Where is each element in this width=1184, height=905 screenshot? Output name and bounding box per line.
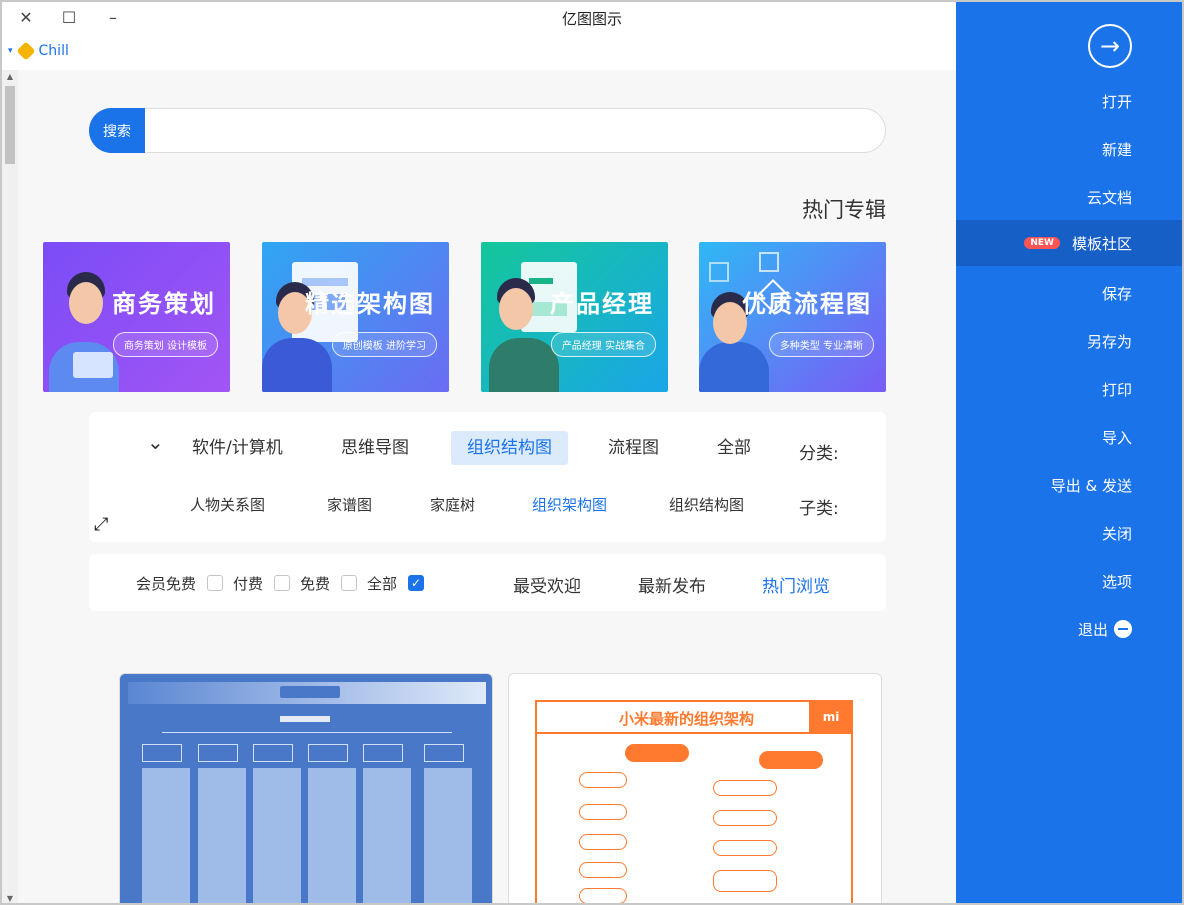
template-card[interactable]: mi 小米最新的组织架构 bbox=[508, 673, 882, 905]
menu-close[interactable]: 关闭 bbox=[956, 510, 1182, 556]
menu-options[interactable]: 选项 bbox=[956, 558, 1182, 604]
banner-product-manager[interactable]: 产品经理 产品经理 实战集合 bbox=[481, 242, 668, 392]
category-filter-panel: ⌄ 软件/计算机 思维导图 组织结构图 流程图 全部 分类: 人物关系图 家谱图… bbox=[89, 412, 886, 542]
chevron-down-icon: ▾ bbox=[8, 46, 13, 56]
menu-label: 打印 bbox=[1101, 380, 1132, 399]
vip-crown-icon bbox=[15, 41, 36, 61]
expand-icon[interactable]: ⤢ bbox=[94, 514, 108, 535]
username: Chill bbox=[38, 43, 69, 59]
menu-label: 保存 bbox=[1101, 284, 1132, 303]
menu-label: 打开 bbox=[1101, 92, 1132, 111]
banner-title: 商务策划 bbox=[112, 290, 216, 318]
sort-filter-bar: 会员免费 付费 免费 全部 ✓ 最受欢迎 最新发布 热门浏览 bbox=[89, 554, 886, 611]
vertical-scrollbar[interactable]: ▲ ▼ bbox=[2, 70, 18, 905]
sort-hot-views[interactable]: 热门浏览 bbox=[762, 572, 830, 597]
banner-flowchart[interactable]: 优质流程图 多种类型 专业清晰 bbox=[699, 242, 886, 392]
menu-label: 新建 bbox=[1101, 140, 1132, 159]
back-arrow-icon[interactable]: → bbox=[1088, 24, 1132, 68]
menu-save-as[interactable]: 另存为 bbox=[956, 318, 1182, 364]
menu-save[interactable]: 保存 bbox=[956, 270, 1182, 316]
banner-business-plan[interactable]: 商务策划 商务策划 设计模板 bbox=[43, 242, 230, 392]
category-label: 分类: bbox=[799, 444, 839, 464]
free-checkbox[interactable] bbox=[341, 575, 357, 591]
menu-label: 选项 bbox=[1101, 572, 1132, 591]
menu-label: 导入 bbox=[1101, 428, 1132, 447]
banner-title: 优质流程图 bbox=[742, 290, 872, 318]
template-title: 小米最新的组织架构 bbox=[619, 710, 755, 728]
menu-export-send[interactable]: 导出 & 发送 bbox=[956, 462, 1182, 508]
menu-import[interactable]: 导入 bbox=[956, 414, 1182, 460]
category-flowchart[interactable]: 流程图 bbox=[592, 431, 675, 465]
menu-open[interactable]: 打开 bbox=[956, 78, 1182, 124]
member-free-checkbox[interactable] bbox=[207, 575, 223, 591]
menu-print[interactable]: 打印 bbox=[956, 366, 1182, 412]
new-badge: NEW bbox=[1024, 237, 1060, 249]
file-menu-sidebar: → 打开 新建 云文档 NEW 模板社区 保存 另存为 打印 导入 导出 & 发… bbox=[956, 2, 1182, 903]
scroll-down-icon[interactable]: ▼ bbox=[5, 894, 15, 903]
menu-new[interactable]: 新建 bbox=[956, 126, 1182, 172]
category-software[interactable]: 软件/计算机 bbox=[176, 431, 299, 465]
user-menu[interactable]: ▾ Chill bbox=[8, 41, 69, 61]
search-input[interactable] bbox=[152, 117, 872, 145]
menu-label: 另存为 bbox=[1086, 332, 1132, 351]
category-org-chart[interactable]: 组织结构图 bbox=[451, 431, 568, 465]
exit-icon bbox=[1114, 620, 1132, 638]
menu-label: 关闭 bbox=[1101, 524, 1132, 543]
chevron-down-icon[interactable]: ⌄ bbox=[147, 430, 164, 454]
banner-title: 精选架构图 bbox=[305, 290, 435, 318]
banner-subtitle: 产品经理 实战集合 bbox=[550, 332, 656, 357]
category-mindmap[interactable]: 思维导图 bbox=[325, 431, 425, 465]
banner-title: 产品经理 bbox=[550, 290, 654, 318]
scroll-up-icon[interactable]: ▲ bbox=[5, 72, 15, 81]
menu-label: 模板社区 bbox=[1071, 234, 1132, 253]
subcategory-label: 子类: bbox=[799, 499, 839, 519]
checkbox-label-all: 全部 bbox=[367, 575, 398, 593]
banner-subtitle: 多种类型 专业清晰 bbox=[768, 332, 874, 357]
hot-topics-title: 热门专辑 bbox=[802, 198, 886, 222]
all-checkbox[interactable]: ✓ bbox=[408, 575, 424, 591]
search-button[interactable]: 搜索 bbox=[89, 108, 145, 153]
menu-label: 导出 & 发送 bbox=[1050, 476, 1132, 495]
search-bar: 搜索 bbox=[89, 108, 886, 153]
checkbox-label-paid: 付费 bbox=[233, 575, 264, 593]
subcategory-org-structure[interactable]: 组织结构图 bbox=[669, 494, 744, 515]
checkbox-label-free: 免费 bbox=[300, 575, 331, 593]
template-card[interactable] bbox=[119, 673, 493, 905]
menu-exit[interactable]: 退出 bbox=[956, 606, 1182, 652]
xiaomi-logo-icon: mi bbox=[809, 700, 853, 734]
template-community-panel: ▲ ▼ 搜索 热门专辑 商务策划 商务策划 设计模板 精选架构图 原创模板 进阶… bbox=[0, 70, 956, 905]
menu-template-community[interactable]: NEW 模板社区 bbox=[956, 220, 1182, 266]
subcategory-family-tree[interactable]: 家庭树 bbox=[430, 494, 475, 515]
subcategory-org-architecture[interactable]: 组织架构图 bbox=[532, 494, 607, 515]
menu-label: 退出 bbox=[1077, 620, 1108, 639]
subcategory-relationship[interactable]: 人物关系图 bbox=[190, 494, 265, 515]
banner-subtitle: 原创模板 进阶学习 bbox=[331, 332, 437, 357]
checkbox-label-member-free: 会员免费 bbox=[136, 575, 197, 593]
paid-checkbox[interactable] bbox=[274, 575, 290, 591]
menu-cloud-docs[interactable]: 云文档 bbox=[956, 174, 1182, 220]
sort-most-popular[interactable]: 最受欢迎 bbox=[513, 572, 581, 597]
banner-subtitle: 商务策划 设计模板 bbox=[112, 332, 218, 357]
subcategory-genealogy[interactable]: 家谱图 bbox=[327, 494, 372, 515]
menu-label: 云文档 bbox=[1086, 188, 1132, 207]
category-all[interactable]: 全部 bbox=[701, 431, 767, 465]
banner-architecture[interactable]: 精选架构图 原创模板 进阶学习 bbox=[262, 242, 449, 392]
scroll-thumb[interactable] bbox=[5, 86, 15, 164]
sort-newest[interactable]: 最新发布 bbox=[638, 572, 706, 597]
